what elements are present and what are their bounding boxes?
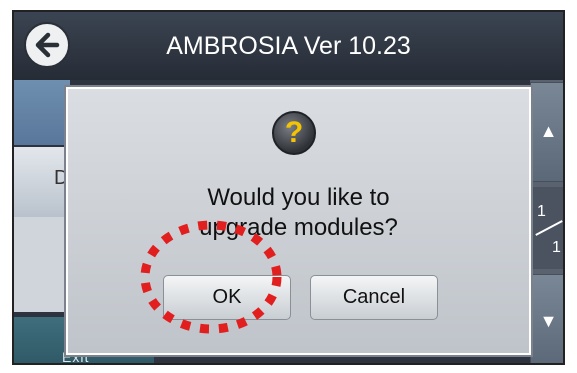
- triangle-down-icon: ▼: [539, 311, 558, 331]
- device-screen: AMBROSIA Ver 10.23 D Exit ▲ 1 1 ▼ ? Woul…: [12, 10, 565, 365]
- scroll-up-button[interactable]: ▲: [530, 82, 563, 182]
- upgrade-dialog: ? Would you like to upgrade modules? OK …: [66, 87, 531, 355]
- page-indicator: 1 1: [530, 187, 563, 269]
- background-panel: [14, 217, 70, 312]
- background-menu-button[interactable]: D: [14, 147, 70, 217]
- page-current: 1: [537, 203, 546, 220]
- page-divider: [535, 220, 563, 236]
- question-glyph: ?: [284, 116, 304, 149]
- app-title: AMBROSIA Ver 10.23: [166, 32, 411, 60]
- page-total: 1: [552, 239, 561, 256]
- ok-button[interactable]: OK: [163, 275, 291, 320]
- scroll-down-button[interactable]: ▼: [530, 274, 563, 363]
- dialog-message: Would you like to upgrade modules?: [68, 183, 529, 243]
- title-bar: AMBROSIA Ver 10.23: [14, 12, 563, 80]
- dialog-message-line-1: Would you like to: [207, 184, 390, 211]
- dialog-message-line-2: upgrade modules?: [199, 214, 398, 241]
- triangle-up-icon: ▲: [539, 121, 558, 141]
- question-icon: ?: [272, 111, 316, 155]
- background-panel: [14, 80, 70, 145]
- cancel-button[interactable]: Cancel: [310, 275, 438, 320]
